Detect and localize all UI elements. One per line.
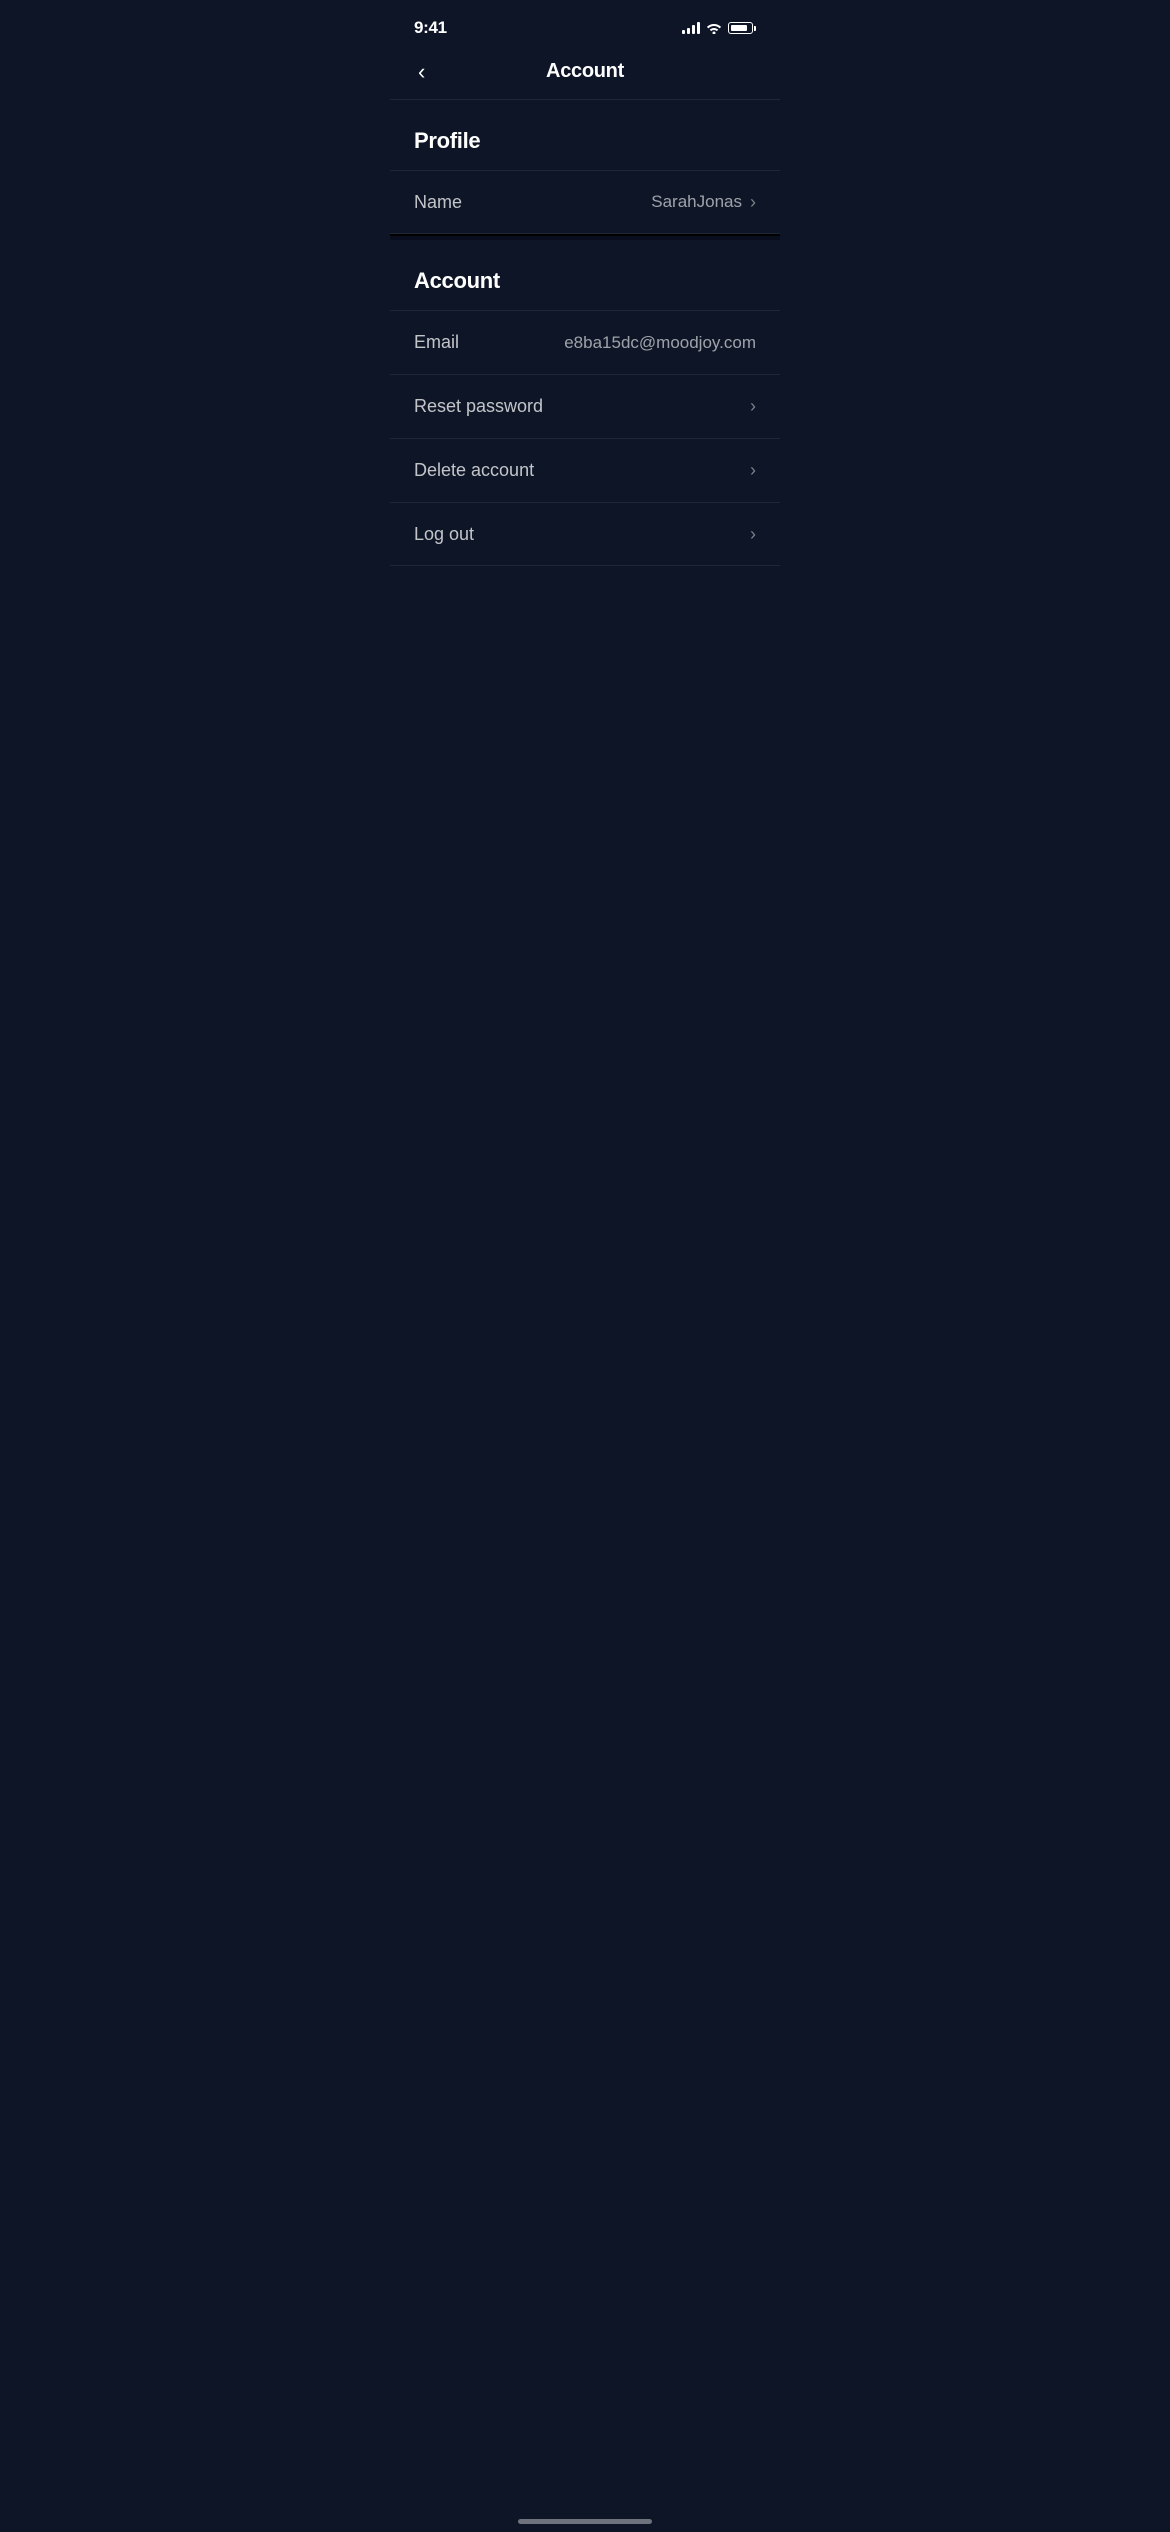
name-row[interactable]: Name SarahJonas › xyxy=(390,170,780,234)
delete-account-label: Delete account xyxy=(414,460,534,481)
status-bar: 9:41 xyxy=(390,0,780,50)
email-right: e8ba15dc@moodjoy.com xyxy=(564,333,756,353)
reset-password-row[interactable]: Reset password › xyxy=(390,374,780,438)
status-time: 9:41 xyxy=(414,18,447,38)
signal-bars-icon xyxy=(682,22,700,34)
home-indicator xyxy=(518,2519,652,2524)
log-out-row[interactable]: Log out › xyxy=(390,502,780,566)
name-label: Name xyxy=(414,192,462,213)
wifi-icon xyxy=(706,22,722,34)
battery-icon xyxy=(728,22,756,34)
delete-account-right: › xyxy=(750,460,756,481)
reset-password-chevron-icon: › xyxy=(750,396,756,417)
account-section: Account Email e8ba15dc@moodjoy.com Reset… xyxy=(390,240,780,566)
email-label: Email xyxy=(414,332,459,353)
reset-password-label: Reset password xyxy=(414,396,543,417)
nav-bar: ‹ Account xyxy=(390,50,780,100)
name-value: SarahJonas xyxy=(651,192,742,212)
nav-title: Account xyxy=(546,60,624,83)
email-row: Email e8ba15dc@moodjoy.com xyxy=(390,310,780,374)
delete-account-chevron-icon: › xyxy=(750,460,756,481)
content: Profile Name SarahJonas › Account Email … xyxy=(390,100,780,566)
profile-section: Profile Name SarahJonas › xyxy=(390,100,780,234)
email-value: e8ba15dc@moodjoy.com xyxy=(564,333,756,353)
profile-section-header: Profile xyxy=(390,128,780,170)
account-section-header: Account xyxy=(390,268,780,310)
reset-password-right: › xyxy=(750,396,756,417)
name-right: SarahJonas › xyxy=(651,192,756,213)
log-out-chevron-icon: › xyxy=(750,524,756,545)
log-out-label: Log out xyxy=(414,524,474,545)
name-chevron-icon: › xyxy=(750,192,756,213)
log-out-right: › xyxy=(750,524,756,545)
delete-account-row[interactable]: Delete account › xyxy=(390,438,780,502)
status-icons xyxy=(682,22,756,34)
back-button[interactable]: ‹ xyxy=(410,55,433,89)
